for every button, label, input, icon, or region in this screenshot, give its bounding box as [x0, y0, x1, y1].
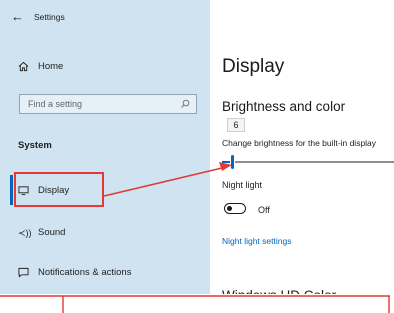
sidebar-item-label: Notifications & actions: [38, 267, 132, 278]
overlay-panel: [0, 294, 394, 313]
sidebar-item-label: Home: [38, 61, 64, 72]
slider-thumb[interactable]: [230, 154, 236, 170]
app-title: Settings: [34, 12, 65, 22]
highlight-box: [14, 172, 104, 207]
page-title: Display: [222, 56, 285, 77]
settings-sidebar: ← Settings Home Find a setting System Di…: [0, 0, 210, 294]
search-input[interactable]: Find a setting: [19, 94, 197, 114]
sidebar-item-notifications[interactable]: Notifications & actions: [0, 262, 210, 284]
speaker-icon: ≺)): [18, 228, 32, 238]
home-icon: [18, 61, 29, 72]
notification-icon: [18, 267, 29, 278]
sidebar-item-home[interactable]: Home: [0, 56, 210, 78]
sidebar-item-label: Sound: [38, 227, 66, 238]
night-light-toggle[interactable]: [224, 203, 246, 214]
toggle-state-label: Off: [258, 205, 270, 215]
search-placeholder: Find a setting: [28, 99, 83, 109]
main-content: Display Brightness and color 6 Change br…: [210, 0, 394, 303]
search-icon: [181, 99, 190, 108]
brightness-value-tooltip: 6: [227, 118, 245, 132]
brightness-slider[interactable]: [222, 161, 394, 163]
brightness-heading: Brightness and color: [222, 99, 346, 114]
title-bar: ← Settings: [0, 0, 210, 40]
toggle-knob: [227, 205, 232, 211]
sidebar-item-sound[interactable]: ≺)) Sound: [0, 222, 210, 244]
night-light-label: Night light: [222, 180, 263, 190]
back-arrow-icon[interactable]: ←: [11, 9, 24, 24]
night-light-settings-link[interactable]: Night light settings: [222, 236, 291, 246]
brightness-label: Change brightness for the built-in displ…: [222, 138, 377, 148]
section-title: System: [18, 140, 52, 151]
